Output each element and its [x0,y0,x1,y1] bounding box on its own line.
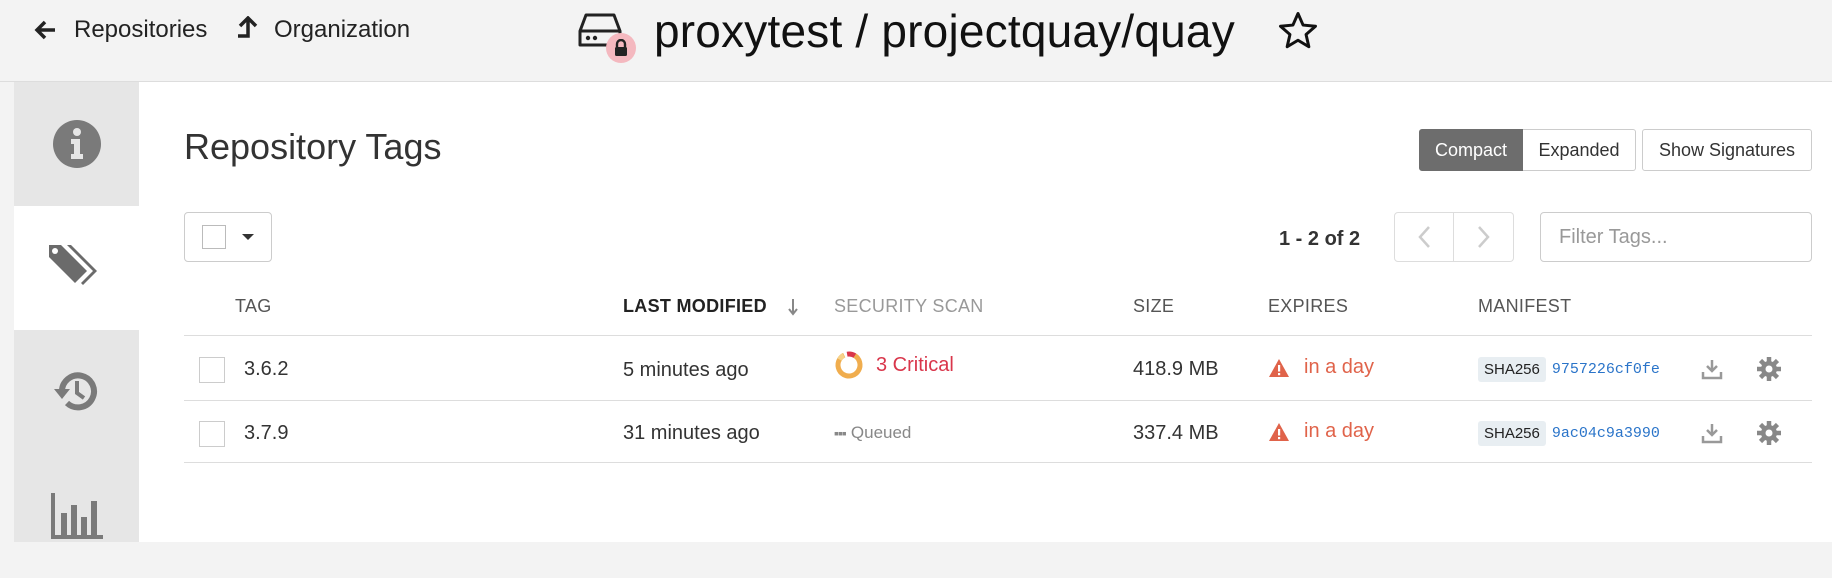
lock-icon [606,33,636,63]
security-scan-label: 3 Critical [876,353,954,376]
gear-icon[interactable] [1756,356,1782,382]
expanded-view-button[interactable]: Expanded [1523,129,1636,171]
security-scan-result: ▪▪▪ Queued [834,423,911,443]
security-scan-label: Queued [850,423,912,442]
gear-icon[interactable] [1756,420,1782,446]
expires-label: in a day [1304,420,1375,442]
queued-dots-icon: ▪▪▪ [834,425,847,441]
vulnerability-donut-icon [835,351,863,379]
info-icon [52,120,101,168]
row-divider [184,462,1812,463]
column-header-last-modified[interactable]: LAST MODIFIED [623,296,799,317]
caret-down-icon [242,234,254,240]
repo-name: proxytest / projectquay/quay [654,5,1235,57]
column-header-last-modified-label: LAST MODIFIED [623,296,767,316]
tab-history[interactable] [14,330,139,454]
top-header: Repositories Organization proxytest / pr… [0,0,1832,82]
bar-chart-icon [50,493,103,539]
repo-drive-icon [578,5,636,63]
download-icon[interactable] [1701,358,1723,380]
column-header-expires[interactable]: EXPIRES [1268,296,1348,317]
history-icon [53,372,97,411]
table-divider [184,335,1812,336]
select-all-dropdown[interactable] [184,212,272,262]
tag-size: 337.4 MB [1133,422,1219,444]
tag-name[interactable]: 3.7.9 [244,422,288,445]
last-modified: 5 minutes ago [623,359,749,381]
repositories-link[interactable]: Repositories [34,16,207,44]
column-header-security-scan: SECURITY SCAN [834,296,984,316]
chevron-left-icon [1418,226,1430,248]
arrow-left-icon [34,20,55,40]
expires-cell[interactable]: in a day [1268,420,1374,443]
compact-view-button[interactable]: Compact [1419,129,1523,171]
sort-down-arrow-icon [788,298,798,316]
pagination-count: 1 - 2 of 2 [1279,228,1361,250]
organization-link-label: Organization [274,16,411,43]
manifest-digest-link[interactable]: 9ac04c9a3990 [1552,425,1660,442]
column-header-size[interactable]: SIZE [1133,296,1174,317]
chevron-right-icon [1477,226,1490,248]
column-header-manifest: MANIFEST [1478,296,1572,316]
tab-tags[interactable] [14,206,139,330]
expires-cell[interactable]: in a day [1268,356,1374,379]
previous-page-button[interactable] [1394,212,1454,262]
manifest-algo-badge: SHA256 [1478,421,1546,446]
column-header-tag[interactable]: TAG [235,296,272,317]
download-icon[interactable] [1701,422,1723,444]
tag-size: 418.9 MB [1133,358,1219,380]
manifest-digest-link[interactable]: 9757226cf0fe [1552,361,1660,378]
arrow-up-icon [238,16,258,38]
next-page-button[interactable] [1454,212,1514,262]
tab-usage-logs[interactable] [14,454,139,578]
security-scan-result[interactable]: 3 Critical [834,350,954,380]
warning-icon [1269,358,1289,377]
manifest-cell: SHA256 9ac04c9a3990 [1478,421,1660,446]
repositories-link-label: Repositories [74,16,208,43]
row-checkbox[interactable] [199,421,225,447]
repo-title: proxytest / projectquay/quay [578,4,1319,63]
star-icon[interactable] [1277,10,1319,52]
show-signatures-button[interactable]: Show Signatures [1642,129,1812,171]
row-checkbox[interactable] [199,357,225,383]
page-title: Repository Tags [184,126,442,167]
tab-information[interactable] [14,82,139,206]
row-divider [184,400,1812,401]
tag-icon [48,245,97,285]
organization-link[interactable]: Organization [234,16,410,44]
warning-icon [1269,422,1289,441]
sidebar [14,82,139,542]
filter-tags-input[interactable] [1540,212,1812,262]
last-modified: 31 minutes ago [623,422,760,444]
manifest-algo-badge: SHA256 [1478,357,1546,382]
select-all-checkbox[interactable] [202,225,226,249]
pagination [1394,212,1514,262]
main-panel: Repository Tags Compact Expanded Show Si… [139,82,1832,542]
expires-label: in a day [1304,356,1375,378]
manifest-cell: SHA256 9757226cf0fe [1478,357,1660,382]
tag-name[interactable]: 3.6.2 [244,358,288,381]
view-toggle-group: Compact Expanded [1419,129,1636,171]
